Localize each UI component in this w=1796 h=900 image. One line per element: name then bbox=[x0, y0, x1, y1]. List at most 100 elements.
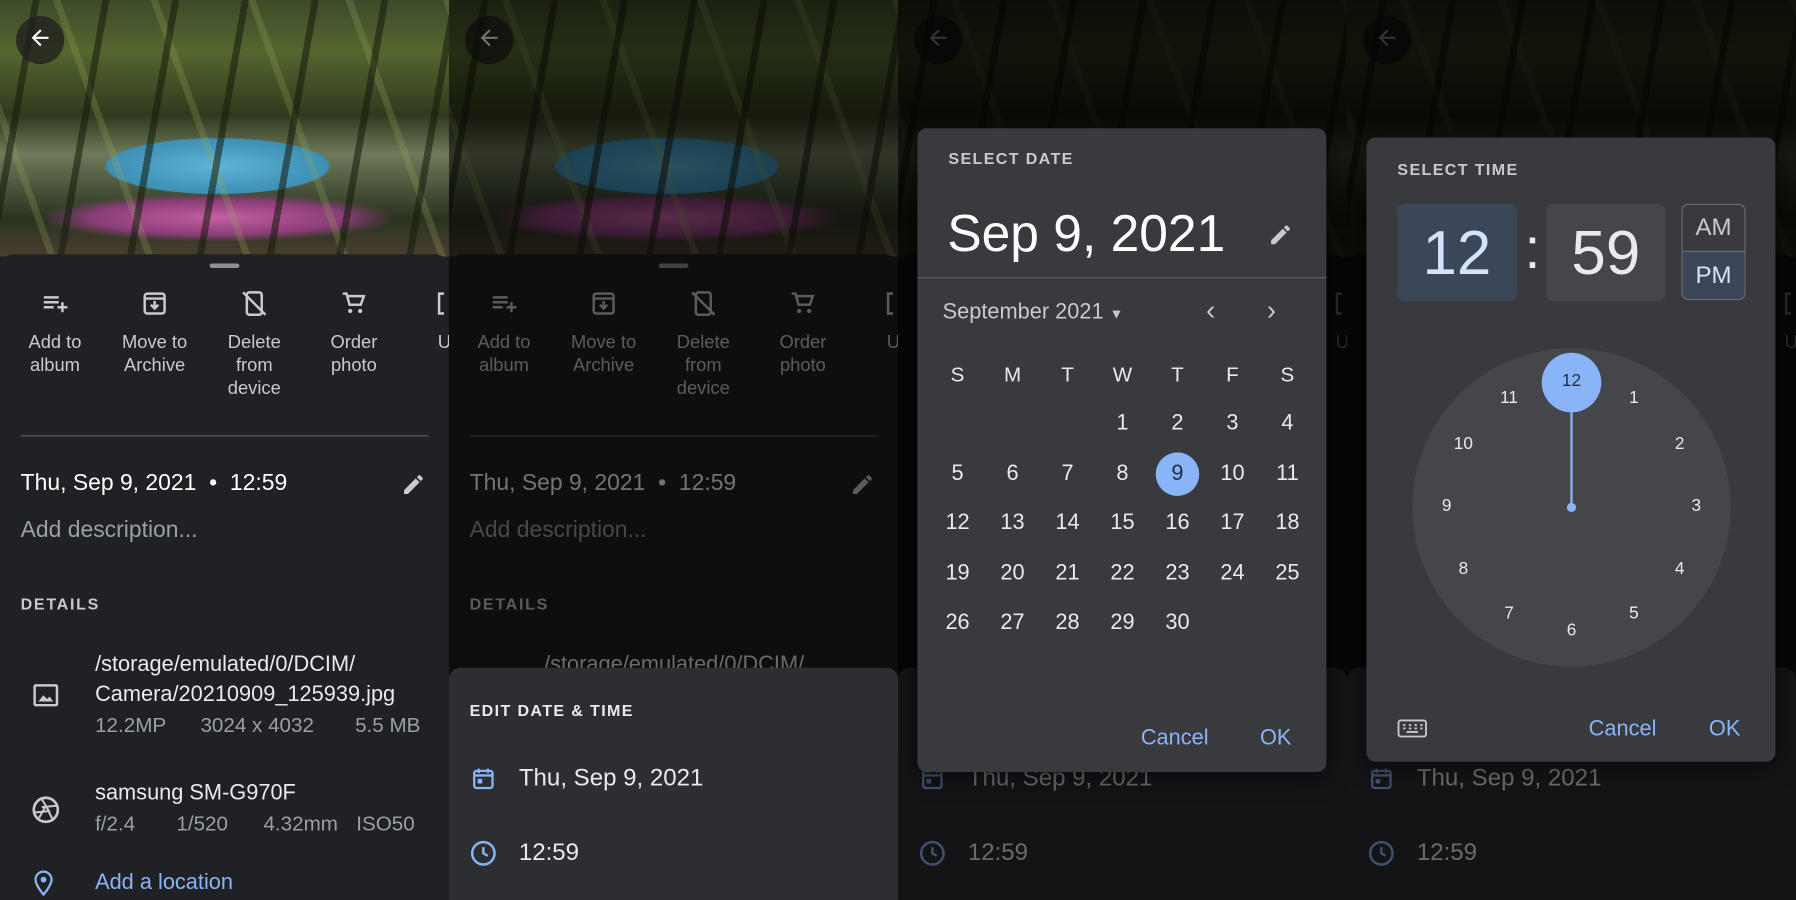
day-20[interactable]: 20 bbox=[991, 552, 1035, 596]
day-9[interactable]: 9 bbox=[1155, 451, 1200, 496]
focal-length: 4.32mm bbox=[263, 812, 338, 835]
selected-date: Sep 9, 2021 bbox=[947, 203, 1226, 263]
archive-icon bbox=[105, 289, 204, 319]
dialog-title: SELECT DATE bbox=[948, 148, 1074, 168]
image-icon bbox=[31, 680, 61, 716]
day-24[interactable]: 24 bbox=[1211, 552, 1255, 596]
details-heading: DETAILS bbox=[20, 594, 101, 613]
month-year-dropdown[interactable]: September 2021 ▼ bbox=[943, 300, 1124, 325]
cancel-button[interactable]: Cancel bbox=[1589, 717, 1657, 742]
previous-month-button[interactable]: ‹ bbox=[1206, 296, 1215, 328]
hour-value: 12 bbox=[1422, 218, 1492, 287]
action-label: Add to bbox=[28, 333, 82, 353]
add-location-link[interactable]: Add a location bbox=[95, 871, 233, 896]
ok-button[interactable]: OK bbox=[1709, 717, 1740, 742]
screen-2: Add toalbum Move toArchive Deletefromdev… bbox=[448, 0, 898, 900]
hour-2[interactable]: 2 bbox=[1662, 434, 1696, 457]
hour-8[interactable]: 8 bbox=[1446, 558, 1480, 581]
date-picker-dialog: SELECT DATE Sep 9, 2021 September 2021 ▼… bbox=[917, 128, 1327, 772]
day-5[interactable]: 5 bbox=[936, 452, 980, 496]
back-button[interactable] bbox=[16, 16, 65, 65]
day-17[interactable]: 17 bbox=[1211, 502, 1255, 546]
next-month-button[interactable]: › bbox=[1267, 296, 1276, 328]
minute-field[interactable]: 59 bbox=[1546, 203, 1666, 302]
weekday-header: T bbox=[1171, 362, 1184, 386]
day-29[interactable]: 29 bbox=[1101, 602, 1145, 646]
day-8[interactable]: 8 bbox=[1101, 452, 1145, 496]
hour-field[interactable]: 12 bbox=[1397, 203, 1517, 302]
location-pin-icon bbox=[30, 869, 57, 900]
edit-time-field[interactable]: 12:59 bbox=[519, 840, 579, 867]
action-label: Delete bbox=[227, 333, 281, 353]
hour-12[interactable]: 12 bbox=[1554, 371, 1588, 394]
description-input[interactable]: Add description... bbox=[21, 518, 198, 544]
day-23[interactable]: 23 bbox=[1156, 552, 1200, 596]
day-19[interactable]: 19 bbox=[936, 552, 980, 596]
cancel-button[interactable]: Cancel bbox=[1141, 726, 1209, 751]
action-playlist-add-button[interactable]: Add to album bbox=[6, 289, 105, 378]
action-mobile-off-button[interactable]: Delete from device bbox=[205, 289, 304, 401]
hour-4[interactable]: 4 bbox=[1662, 558, 1696, 581]
shutter-value: 1/520 bbox=[176, 812, 228, 835]
day-10[interactable]: 10 bbox=[1211, 452, 1255, 496]
keyboard-input-button[interactable] bbox=[1397, 717, 1427, 746]
hour-7[interactable]: 7 bbox=[1492, 604, 1526, 627]
weekday-header: F bbox=[1226, 362, 1239, 386]
day-11[interactable]: 11 bbox=[1266, 452, 1310, 496]
day-18[interactable]: 18 bbox=[1266, 502, 1310, 546]
aperture-value: f/2.4 bbox=[95, 812, 136, 835]
day-14[interactable]: 14 bbox=[1046, 502, 1090, 546]
photo-datetime[interactable]: Thu, Sep 9, 2021 • 12:59 bbox=[21, 471, 288, 497]
day-28[interactable]: 28 bbox=[1046, 602, 1090, 646]
edit-date-input-button[interactable] bbox=[1268, 222, 1293, 253]
ok-button[interactable]: OK bbox=[1260, 726, 1291, 751]
hour-9[interactable]: 9 bbox=[1429, 496, 1463, 519]
hour-3[interactable]: 3 bbox=[1679, 496, 1713, 519]
day-7[interactable]: 7 bbox=[1046, 452, 1090, 496]
drag-handle[interactable] bbox=[209, 263, 240, 269]
day-1[interactable]: 1 bbox=[1101, 402, 1145, 446]
action-use-as-button[interactable]: Us bbox=[400, 289, 449, 355]
day-25[interactable]: 25 bbox=[1266, 552, 1310, 596]
day-30[interactable]: 30 bbox=[1156, 602, 1200, 646]
edit-datetime-button[interactable] bbox=[401, 472, 426, 503]
clock-icon bbox=[468, 838, 498, 874]
day-13[interactable]: 13 bbox=[991, 502, 1035, 546]
weekday-header: S bbox=[1280, 362, 1295, 386]
am-button[interactable]: AM bbox=[1682, 205, 1745, 252]
day-2[interactable]: 2 bbox=[1156, 402, 1200, 446]
day-12[interactable]: 12 bbox=[936, 502, 980, 546]
hour-5[interactable]: 5 bbox=[1617, 604, 1651, 627]
weekday-header: M bbox=[1003, 362, 1022, 386]
edit-date-time-sheet: EDIT DATE & TIME Thu, Sep 9, 2021 12:59 bbox=[448, 667, 898, 900]
weekday-header: T bbox=[1061, 362, 1074, 386]
clock-face[interactable]: 12 1 2 3 4 5 6 7 8 9 10 11 bbox=[1412, 348, 1731, 667]
hour-11[interactable]: 11 bbox=[1492, 388, 1526, 411]
dropdown-arrow-icon: ▼ bbox=[1109, 305, 1124, 322]
day-6[interactable]: 6 bbox=[991, 452, 1035, 496]
iso-value: ISO50 bbox=[356, 812, 415, 835]
hour-1[interactable]: 1 bbox=[1617, 388, 1651, 411]
day-4[interactable]: 4 bbox=[1266, 402, 1310, 446]
playlist-add-icon bbox=[6, 289, 105, 319]
day-21[interactable]: 21 bbox=[1046, 552, 1090, 596]
day-27[interactable]: 27 bbox=[991, 602, 1035, 646]
edit-date-field[interactable]: Thu, Sep 9, 2021 bbox=[519, 765, 704, 792]
action-label: from bbox=[235, 356, 273, 376]
action-cart-button[interactable]: Order photo bbox=[305, 289, 404, 378]
day-26[interactable]: 26 bbox=[936, 602, 980, 646]
screen-1: Add to album Move to Archive Delete from dev… bbox=[0, 0, 449, 900]
month-year-label: September 2021 bbox=[942, 300, 1104, 325]
dialog-title: SELECT TIME bbox=[1397, 160, 1519, 179]
action-archive-button[interactable]: Move to Archive bbox=[105, 289, 204, 378]
pm-button[interactable]: PM bbox=[1682, 251, 1745, 299]
day-3[interactable]: 3 bbox=[1211, 402, 1255, 446]
day-16[interactable]: 16 bbox=[1156, 502, 1200, 546]
hour-6[interactable]: 6 bbox=[1554, 621, 1588, 644]
photo bbox=[0, 0, 449, 257]
day-15[interactable]: 15 bbox=[1101, 502, 1145, 546]
action-label: Archive bbox=[124, 356, 186, 376]
hour-10[interactable]: 10 bbox=[1446, 434, 1480, 457]
day-22[interactable]: 22 bbox=[1101, 552, 1145, 596]
file-path: Camera/20210909_125939.jpg bbox=[95, 682, 396, 707]
